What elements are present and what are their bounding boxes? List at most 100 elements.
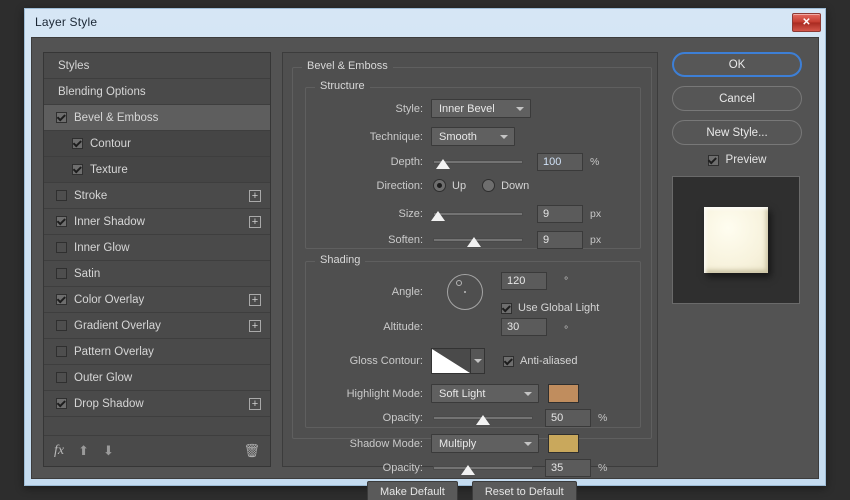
style-list-item-label: Texture [90,164,128,176]
depth-unit: % [590,156,599,168]
style-enable-checkbox[interactable] [56,294,67,305]
cancel-button[interactable]: Cancel [672,86,802,111]
shadow-opacity-slider[interactable] [433,461,533,475]
add-effect-icon[interactable]: + [249,216,261,228]
highlight-opacity-input[interactable]: 50 [545,409,591,427]
add-effect-icon[interactable]: + [249,190,261,202]
new-style-button[interactable]: New Style... [672,120,802,145]
angle-unit: ° [564,275,568,287]
style-list-item[interactable]: Outer Glow [44,365,270,391]
soften-input[interactable]: 9 [537,231,583,249]
direction-up-label: Up [452,180,466,192]
soften-slider[interactable] [433,233,523,247]
highlight-color-swatch[interactable] [548,384,579,403]
style-select[interactable]: Inner Bevel [431,99,531,118]
size-slider[interactable] [433,207,523,221]
window-title: Layer Style [35,15,97,29]
soften-label: Soften: [305,234,423,246]
add-effect-icon[interactable]: + [249,320,261,332]
style-list-item[interactable]: Inner Shadow+ [44,209,270,235]
direction-down-radio[interactable] [482,179,495,192]
style-enable-checkbox[interactable] [72,164,83,175]
style-list-item-label: Contour [90,138,131,150]
shadow-opacity-knob[interactable] [461,465,475,475]
style-enable-checkbox[interactable] [56,190,67,201]
style-list-item-label: Outer Glow [74,372,132,384]
add-effect-icon[interactable]: + [249,294,261,306]
style-list-item[interactable]: Color Overlay + [44,287,270,313]
style-list-item[interactable]: Drop Shadow+ [44,391,270,417]
style-enable-checkbox[interactable] [56,320,67,331]
close-icon[interactable]: ✕ [792,13,821,32]
size-slider-track [433,212,523,216]
style-list-item-label: Styles [58,60,89,72]
style-list-item[interactable]: Blending Options [44,79,270,105]
style-list-item[interactable]: Satin [44,261,270,287]
window-titlebar: Layer Style ✕ [25,9,825,35]
style-list-item-label: Color Overlay [74,294,144,306]
style-list-item[interactable]: Bevel & Emboss [44,105,270,131]
direction-up-radio[interactable] [433,179,446,192]
technique-row: Technique: Smooth [305,127,639,146]
style-list-item[interactable]: Contour [44,131,270,157]
depth-label: Depth: [305,156,423,168]
angle-dial-handle[interactable] [456,280,462,286]
shadow-color-swatch[interactable] [548,434,579,453]
preview-bevel-shape [704,207,768,273]
style-select-value: Inner Bevel [439,103,495,115]
angle-input[interactable]: 120 [501,272,547,290]
highlight-opacity-slider[interactable] [433,411,533,425]
shadow-opacity-input[interactable]: 35 [545,459,591,477]
gloss-contour-label: Gloss Contour: [295,355,423,367]
styles-list[interactable]: Styles Blending OptionsBevel & Emboss Cont… [44,53,270,435]
move-up-icon[interactable]: ⬆ [78,443,89,459]
gloss-contour-preview[interactable] [431,348,471,374]
style-list-item[interactable]: Gradient Overlay+ [44,313,270,339]
global-light-row: Use Global Light [501,302,599,314]
fx-icon[interactable]: fx [54,443,64,459]
preview-checkbox[interactable] [708,155,719,166]
gloss-contour-dropdown[interactable] [471,348,485,374]
highlight-mode-value: Soft Light [439,388,485,400]
angle-dial[interactable] [447,274,483,310]
style-enable-checkbox[interactable] [56,372,67,383]
depth-slider-knob[interactable] [436,159,450,169]
size-input[interactable]: 9 [537,205,583,223]
chevron-down-icon [474,359,482,363]
technique-label: Technique: [305,131,423,143]
add-effect-icon[interactable]: + [249,398,261,410]
move-down-icon[interactable]: ⬇ [103,443,114,459]
make-default-button[interactable]: Make Default [367,481,458,500]
altitude-input[interactable]: 30 [501,318,547,336]
size-slider-knob[interactable] [431,211,445,221]
style-list-item[interactable]: Styles [44,53,270,79]
shadow-mode-select[interactable]: Multiply [431,434,539,453]
style-list-item[interactable]: Texture [44,157,270,183]
altitude-row: Altitude: 30 ° [305,321,639,333]
settings-panel: Bevel & Emboss Structure Style: Inner Be… [282,52,658,467]
style-enable-checkbox[interactable] [56,242,67,253]
style-enable-checkbox[interactable] [56,346,67,357]
style-list-item[interactable]: Inner Glow [44,235,270,261]
style-enable-checkbox[interactable] [56,398,67,409]
anti-aliased-checkbox[interactable] [503,356,514,367]
soften-slider-knob[interactable] [467,237,481,247]
chevron-down-icon [524,392,532,396]
shadow-mode-row: Shadow Mode: Multiply [295,434,639,453]
style-enable-checkbox[interactable] [72,138,83,149]
style-list-item[interactable]: Pattern Overlay [44,339,270,365]
ok-button[interactable]: OK [672,52,802,77]
highlight-opacity-knob[interactable] [476,415,490,425]
style-list-item[interactable]: Stroke+ [44,183,270,209]
highlight-opacity-unit: % [598,412,607,424]
depth-input[interactable]: 100 [537,153,583,171]
delete-icon[interactable]: 🗑 [243,443,260,459]
use-global-light-checkbox[interactable] [501,303,512,314]
depth-slider[interactable] [433,155,523,169]
technique-select[interactable]: Smooth [431,127,515,146]
style-enable-checkbox[interactable] [56,112,67,123]
reset-to-default-button[interactable]: Reset to Default [472,481,577,500]
style-enable-checkbox[interactable] [56,268,67,279]
style-enable-checkbox[interactable] [56,216,67,227]
highlight-mode-select[interactable]: Soft Light [431,384,539,403]
